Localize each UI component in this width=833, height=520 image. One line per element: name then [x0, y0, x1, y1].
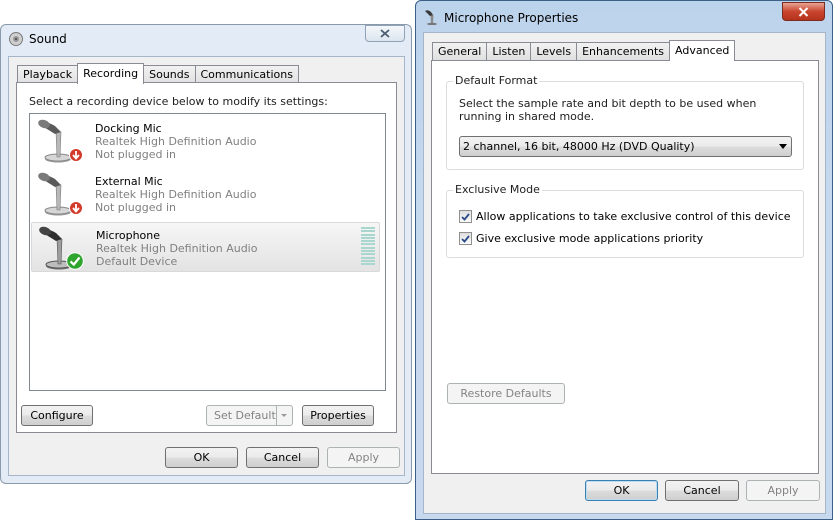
default-format-label: Default Format — [453, 74, 540, 87]
restore-defaults-button: Restore Defaults — [447, 383, 565, 404]
properties-client-area: General Listen Levels Enhancements Advan… — [423, 32, 826, 514]
sound-tab-strip: Playback Recording Sounds Communications — [17, 63, 299, 84]
instruction-text: Select a recording device below to modif… — [29, 95, 328, 108]
sound-client-area: Playback Recording Sounds Communications… — [8, 56, 405, 476]
close-button[interactable] — [365, 25, 405, 42]
chevron-down-icon — [779, 144, 787, 149]
default-format-group: Default Format Select the sample rate an… — [446, 74, 804, 170]
cancel-button[interactable]: Cancel — [246, 447, 319, 468]
cancel-button[interactable]: Cancel — [665, 480, 739, 501]
window-title: Microphone Properties — [444, 11, 579, 25]
device-item-external-mic[interactable]: External Mic Realtek High Definition Aud… — [31, 169, 380, 219]
chevron-down-icon — [276, 406, 292, 425]
green-check-icon — [66, 252, 84, 270]
exclusive-control-option[interactable]: Allow applications to take exclusive con… — [459, 210, 791, 223]
device-item-docking-mic[interactable]: Docking Mic Realtek High Definition Audi… — [31, 116, 380, 166]
level-meter — [361, 227, 375, 267]
ok-button[interactable]: OK — [585, 480, 658, 501]
tab-communications[interactable]: Communications — [194, 65, 299, 83]
configure-button[interactable]: Configure — [21, 405, 93, 426]
sound-titlebar[interactable]: Sound — [1, 25, 411, 53]
set-default-label: Set Default — [214, 409, 276, 422]
microphone-properties-window: Microphone Properties General Listen Lev… — [415, 0, 833, 520]
close-icon — [380, 29, 390, 38]
device-status: Not plugged in — [95, 201, 177, 214]
apply-button: Apply — [327, 447, 400, 468]
device-driver: Realtek High Definition Audio — [96, 242, 258, 255]
set-default-button: Set Default — [206, 405, 293, 426]
properties-titlebar[interactable]: Microphone Properties — [416, 1, 832, 31]
exclusive-mode-group: Exclusive Mode Allow applications to tak… — [446, 183, 804, 258]
close-icon — [798, 6, 809, 17]
checkmark-icon — [461, 234, 470, 243]
exclusive-priority-label: Give exclusive mode applications priorit… — [476, 232, 704, 245]
tab-advanced[interactable]: Advanced — [669, 40, 736, 61]
device-status: Default Device — [96, 255, 178, 268]
window-title: Sound — [29, 32, 67, 46]
recording-panel: Select a recording device below to modif… — [16, 82, 397, 433]
advanced-panel: Default Format Select the sample rate an… — [431, 60, 819, 474]
sample-rate-value: 2 channel, 16 bit, 48000 Hz (DVD Quality… — [463, 140, 695, 153]
tab-recording[interactable]: Recording — [77, 63, 145, 84]
sample-rate-select[interactable]: 2 channel, 16 bit, 48000 Hz (DVD Quality… — [459, 136, 792, 157]
close-button[interactable] — [782, 2, 825, 21]
exclusive-priority-checkbox[interactable] — [459, 232, 472, 245]
exclusive-control-checkbox[interactable] — [459, 210, 472, 223]
device-item-microphone[interactable]: Microphone Realtek High Definition Audio… — [31, 222, 380, 272]
red-down-arrow-icon — [69, 148, 83, 162]
tab-sounds[interactable]: Sounds — [143, 65, 196, 83]
default-format-description: Select the sample rate and bit depth to … — [459, 97, 757, 123]
ok-button[interactable]: OK — [165, 447, 238, 468]
device-status: Not plugged in — [95, 148, 177, 161]
tab-levels[interactable]: Levels — [530, 42, 578, 60]
checkmark-icon — [461, 212, 470, 221]
device-driver: Realtek High Definition Audio — [95, 135, 257, 148]
exclusive-control-label: Allow applications to take exclusive con… — [476, 210, 791, 223]
properties-tab-strip: General Listen Levels Enhancements Advan… — [432, 40, 736, 61]
tab-listen[interactable]: Listen — [486, 42, 532, 60]
sound-window: Sound Playback Recording Sounds Communic… — [0, 24, 412, 484]
device-name: External Mic — [95, 175, 163, 188]
speaker-icon — [9, 32, 23, 46]
tab-enhancements[interactable]: Enhancements — [576, 42, 671, 60]
microphone-icon — [425, 10, 437, 25]
device-list[interactable]: Docking Mic Realtek High Definition Audi… — [29, 113, 386, 391]
device-driver: Realtek High Definition Audio — [95, 188, 257, 201]
tab-general[interactable]: General — [432, 42, 488, 60]
properties-button[interactable]: Properties — [302, 405, 374, 426]
device-name: Docking Mic — [95, 122, 162, 135]
red-down-arrow-icon — [69, 201, 83, 215]
tab-playback[interactable]: Playback — [17, 65, 79, 83]
exclusive-priority-option[interactable]: Give exclusive mode applications priorit… — [459, 232, 703, 245]
device-name: Microphone — [96, 229, 161, 242]
exclusive-mode-label: Exclusive Mode — [453, 183, 542, 196]
apply-button: Apply — [746, 480, 820, 501]
